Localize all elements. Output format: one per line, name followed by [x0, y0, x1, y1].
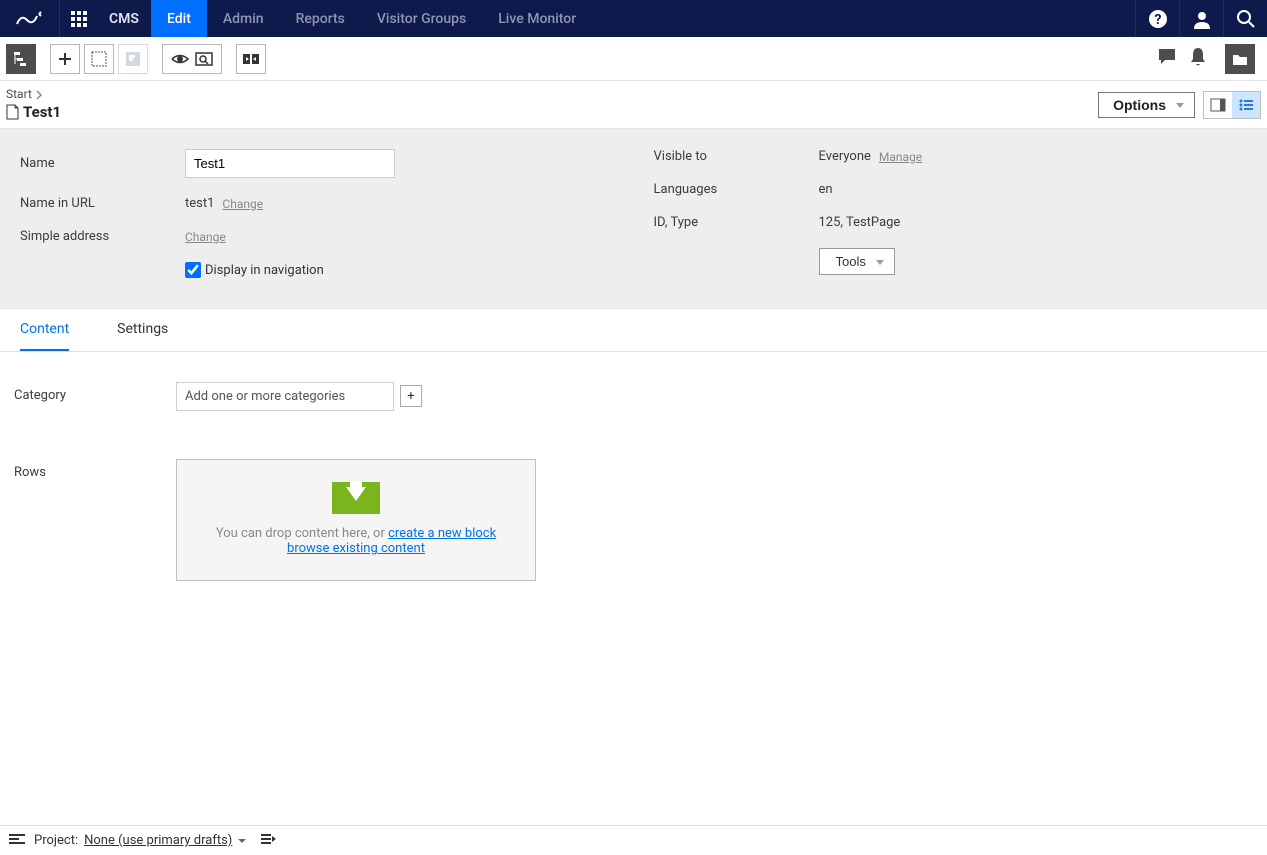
project-menu-icon[interactable] — [260, 833, 276, 849]
preview-icon[interactable] — [162, 44, 222, 74]
category-label: Category — [14, 382, 176, 403]
tabs: Content Settings — [0, 309, 1267, 352]
svg-text:?: ? — [1154, 12, 1161, 28]
nav-items: Edit Admin Reports Visitor Groups Live M… — [151, 0, 592, 37]
add-category-button[interactable]: + — [400, 385, 422, 407]
project-selector[interactable]: None (use primary drafts) — [84, 833, 246, 848]
breadcrumb-bar: Start Test1 Options — [0, 81, 1267, 129]
options-button[interactable]: Options — [1098, 92, 1195, 118]
bottom-bar: Project: None (use primary drafts) — [0, 825, 1267, 855]
project-label: Project: — [34, 833, 78, 848]
chevron-right-icon — [36, 90, 42, 100]
nav-live-monitor[interactable]: Live Monitor — [482, 0, 592, 37]
nav-edit[interactable]: Edit — [151, 0, 207, 37]
display-nav-checkbox[interactable] — [185, 262, 201, 278]
chat-icon[interactable] — [1157, 47, 1177, 71]
rows-drop-zone[interactable]: You can drop content here, or create a n… — [176, 459, 536, 581]
tab-content[interactable]: Content — [20, 309, 69, 351]
nav-reports[interactable]: Reports — [280, 0, 361, 37]
browse-content-link[interactable]: browse existing content — [287, 541, 425, 556]
top-nav: CMS Edit Admin Reports Visitor Groups Li… — [0, 0, 1267, 37]
visible-value: Everyone — [819, 149, 871, 164]
name-input[interactable] — [185, 149, 395, 178]
simple-addr-label: Simple address — [20, 229, 185, 244]
content-area: Category Add one or more categories + Ro… — [0, 352, 1267, 659]
create-block-link[interactable]: create a new block — [388, 526, 496, 541]
bell-icon[interactable] — [1189, 47, 1207, 71]
waffle-icon[interactable] — [60, 11, 97, 27]
simple-addr-change-link[interactable]: Change — [185, 230, 226, 244]
breadcrumb-parent[interactable]: Start — [6, 87, 32, 103]
page-icon — [6, 104, 19, 120]
page-title: Test1 — [6, 103, 61, 123]
properties-panel: Name Name in URL test1 Change Simple add… — [0, 129, 1267, 309]
idtype-label: ID, Type — [654, 215, 819, 230]
view-list-icon[interactable] — [1232, 92, 1260, 118]
languages-value: en — [819, 182, 833, 197]
nav-visitor-groups[interactable]: Visitor Groups — [361, 0, 482, 37]
select-icon[interactable] — [84, 44, 114, 74]
category-input[interactable]: Add one or more categories — [176, 382, 394, 411]
epi-logo[interactable] — [0, 0, 60, 37]
url-label: Name in URL — [20, 196, 185, 211]
topnav-right: ? — [1135, 0, 1267, 37]
view-side-icon[interactable] — [1204, 92, 1232, 118]
view-toggle — [1203, 91, 1261, 119]
tools-button[interactable]: Tools — [819, 248, 895, 275]
assets-pane-icon[interactable] — [1225, 44, 1255, 74]
compare-icon[interactable] — [236, 44, 266, 74]
drop-arrow-icon — [332, 482, 380, 514]
user-icon[interactable] — [1179, 0, 1223, 37]
create-block-icon — [118, 44, 148, 74]
breadcrumb[interactable]: Start — [6, 87, 61, 103]
url-change-link[interactable]: Change — [222, 197, 263, 211]
name-label: Name — [20, 156, 185, 171]
drop-text: You can drop content here, or create a n… — [197, 526, 515, 556]
nav-admin[interactable]: Admin — [207, 0, 280, 37]
toolbar-right — [1157, 44, 1263, 74]
display-nav-label: Display in navigation — [205, 263, 324, 278]
url-value: test1 — [185, 196, 214, 211]
search-icon[interactable] — [1223, 0, 1267, 37]
product-label: CMS — [97, 11, 151, 27]
rows-label: Rows — [14, 459, 176, 480]
idtype-value: 125, TestPage — [819, 215, 901, 230]
tree-pane-icon[interactable] — [6, 44, 36, 74]
visible-label: Visible to — [654, 149, 819, 164]
help-icon[interactable]: ? — [1135, 0, 1179, 37]
project-icon[interactable] — [8, 832, 26, 850]
toolbar — [0, 37, 1267, 81]
tab-settings[interactable]: Settings — [117, 309, 168, 351]
add-icon[interactable] — [50, 44, 80, 74]
visible-manage-link[interactable]: Manage — [879, 150, 922, 164]
languages-label: Languages — [654, 182, 819, 197]
